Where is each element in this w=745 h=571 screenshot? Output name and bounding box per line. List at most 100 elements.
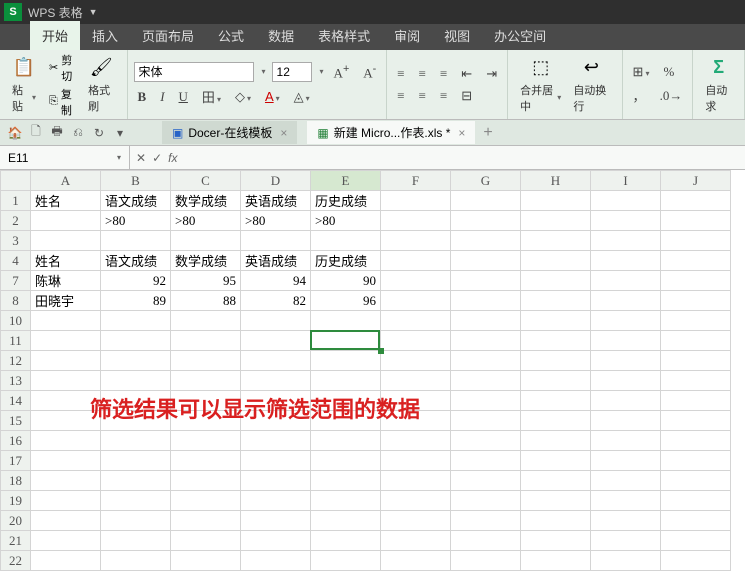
qat-button-3[interactable]: ⎌ xyxy=(69,124,87,142)
cell-D16[interactable] xyxy=(241,431,311,451)
cell-H1[interactable] xyxy=(521,191,591,211)
cell-A19[interactable] xyxy=(31,491,101,511)
cell-E16[interactable] xyxy=(311,431,381,451)
cell-G21[interactable] xyxy=(451,531,521,551)
cell-J7[interactable] xyxy=(661,271,731,291)
cell-C21[interactable] xyxy=(171,531,241,551)
comma-button[interactable]: ， xyxy=(629,84,650,107)
cell-G4[interactable] xyxy=(451,251,521,271)
menu-tab-8[interactable]: 办公空间 xyxy=(482,21,558,50)
align-bottom-button[interactable]: ≡ xyxy=(436,64,451,84)
cell-E17[interactable] xyxy=(311,451,381,471)
cell-E4[interactable]: 历史成绩 xyxy=(311,251,381,271)
cell-B4[interactable]: 语文成绩 xyxy=(101,251,171,271)
close-icon[interactable]: × xyxy=(458,126,465,140)
cell-H14[interactable] xyxy=(521,391,591,411)
cell-F3[interactable] xyxy=(381,231,451,251)
cell-G12[interactable] xyxy=(451,351,521,371)
cell-C8[interactable]: 88 xyxy=(171,291,241,311)
cell-B22[interactable] xyxy=(101,551,171,571)
cell-E10[interactable] xyxy=(311,311,381,331)
cell-C13[interactable] xyxy=(171,371,241,391)
font-color-button[interactable]: A▾ xyxy=(261,87,284,107)
row-header-11[interactable]: 11 xyxy=(1,331,31,351)
cell-D2[interactable]: >80 xyxy=(241,211,311,231)
cell-E2[interactable]: >80 xyxy=(311,211,381,231)
cell-D7[interactable]: 94 xyxy=(241,271,311,291)
cell-B1[interactable]: 语文成绩 xyxy=(101,191,171,211)
cell-C3[interactable] xyxy=(171,231,241,251)
increase-font-button[interactable]: A+ xyxy=(330,61,354,83)
cell-H3[interactable] xyxy=(521,231,591,251)
cell-F22[interactable] xyxy=(381,551,451,571)
col-header-D[interactable]: D xyxy=(241,171,311,191)
cell-H7[interactable] xyxy=(521,271,591,291)
cell-D4[interactable]: 英语成绩 xyxy=(241,251,311,271)
cell-E3[interactable] xyxy=(311,231,381,251)
cell-A3[interactable] xyxy=(31,231,101,251)
cell-A13[interactable] xyxy=(31,371,101,391)
cell-F10[interactable] xyxy=(381,311,451,331)
cell-G11[interactable] xyxy=(451,331,521,351)
cell-E11[interactable] xyxy=(311,331,381,351)
cell-I21[interactable] xyxy=(591,531,661,551)
cell-H15[interactable] xyxy=(521,411,591,431)
cell-I2[interactable] xyxy=(591,211,661,231)
merge-center-button[interactable]: ⬚ 合并居中▾ xyxy=(514,54,567,116)
cell-D1[interactable]: 英语成绩 xyxy=(241,191,311,211)
row-header-18[interactable]: 18 xyxy=(1,471,31,491)
cell-J10[interactable] xyxy=(661,311,731,331)
col-header-J[interactable]: J xyxy=(661,171,731,191)
cell-A1[interactable]: 姓名 xyxy=(31,191,101,211)
cell-D11[interactable] xyxy=(241,331,311,351)
cell-F7[interactable] xyxy=(381,271,451,291)
format-painter-button[interactable]: 🖌 格式刷 xyxy=(82,54,120,116)
cell-H13[interactable] xyxy=(521,371,591,391)
cell-I10[interactable] xyxy=(591,311,661,331)
cell-H21[interactable] xyxy=(521,531,591,551)
cell-B7[interactable]: 92 xyxy=(101,271,171,291)
cell-H18[interactable] xyxy=(521,471,591,491)
cell-J11[interactable] xyxy=(661,331,731,351)
italic-button[interactable]: I xyxy=(156,87,168,107)
cell-J1[interactable] xyxy=(661,191,731,211)
cell-I22[interactable] xyxy=(591,551,661,571)
cell-G18[interactable] xyxy=(451,471,521,491)
titlebar-dropdown-icon[interactable]: ▼ xyxy=(89,7,98,17)
cell-I15[interactable] xyxy=(591,411,661,431)
cell-E8[interactable]: 96 xyxy=(311,291,381,311)
cell-I1[interactable] xyxy=(591,191,661,211)
cell-J18[interactable] xyxy=(661,471,731,491)
row-header-1[interactable]: 1 xyxy=(1,191,31,211)
fill-color-button[interactable]: ◇▾ xyxy=(231,87,255,107)
cell-I3[interactable] xyxy=(591,231,661,251)
font-size-select[interactable] xyxy=(272,62,312,82)
align-middle-button[interactable]: ≡ xyxy=(415,64,430,84)
name-box-input[interactable] xyxy=(8,151,68,165)
cell-J2[interactable] xyxy=(661,211,731,231)
cell-G3[interactable] xyxy=(451,231,521,251)
row-header-19[interactable]: 19 xyxy=(1,491,31,511)
cell-E18[interactable] xyxy=(311,471,381,491)
fill-handle[interactable] xyxy=(378,348,384,354)
cell-H16[interactable] xyxy=(521,431,591,451)
col-header-H[interactable]: H xyxy=(521,171,591,191)
cell-E19[interactable] xyxy=(311,491,381,511)
cell-I8[interactable] xyxy=(591,291,661,311)
cell-A7[interactable]: 陈琳 xyxy=(31,271,101,291)
cell-D10[interactable] xyxy=(241,311,311,331)
cut-button[interactable]: ✂ 剪切 xyxy=(46,51,78,85)
cell-J3[interactable] xyxy=(661,231,731,251)
cell-F12[interactable] xyxy=(381,351,451,371)
cell-G8[interactable] xyxy=(451,291,521,311)
menu-tab-7[interactable]: 视图 xyxy=(432,21,482,50)
cell-A16[interactable] xyxy=(31,431,101,451)
cell-F19[interactable] xyxy=(381,491,451,511)
col-header-I[interactable]: I xyxy=(591,171,661,191)
cell-C16[interactable] xyxy=(171,431,241,451)
cell-I11[interactable] xyxy=(591,331,661,351)
cell-H12[interactable] xyxy=(521,351,591,371)
cell-I16[interactable] xyxy=(591,431,661,451)
cell-F16[interactable] xyxy=(381,431,451,451)
cell-C2[interactable]: >80 xyxy=(171,211,241,231)
